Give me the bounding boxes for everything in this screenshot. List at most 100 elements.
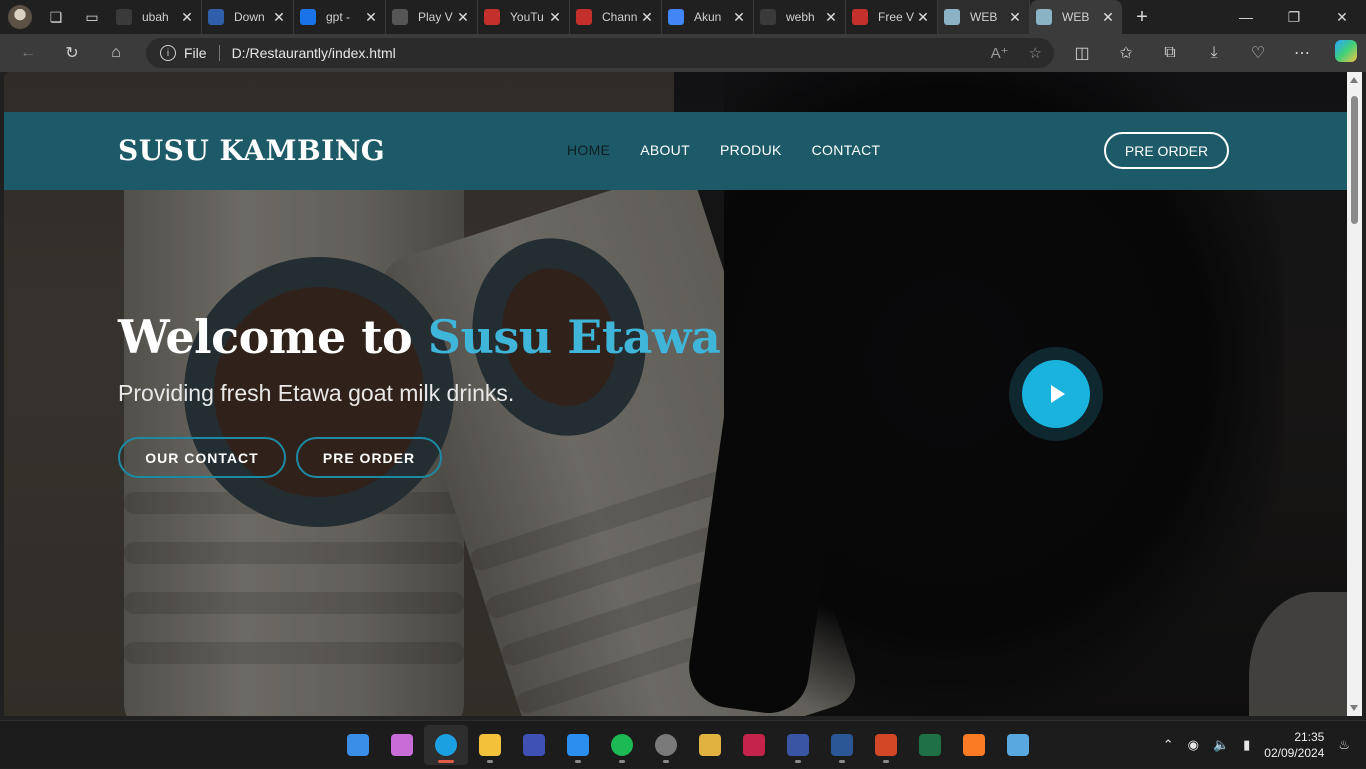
running-indicator [619,760,625,763]
scroll-down-icon[interactable] [1350,705,1358,711]
browser-tab[interactable]: Play V ✕ [386,0,478,34]
taskbar-app[interactable] [336,725,380,765]
profile-avatar[interactable] [8,5,32,29]
home-icon[interactable]: ⌂ [94,34,138,72]
minimize-icon[interactable]: — [1222,0,1270,34]
notification-bell-icon[interactable]: ♨ [1338,737,1350,753]
close-tab-icon[interactable]: ✕ [363,9,379,26]
paint-tool-icon [699,734,721,756]
close-tab-icon[interactable]: ✕ [455,9,471,26]
taskbar-app[interactable] [556,725,600,765]
close-tab-icon[interactable]: ✕ [1007,9,1023,26]
page-scrollbar[interactable] [1347,72,1362,716]
split-screen-icon[interactable]: ◫ [1060,43,1104,63]
workspaces-icon[interactable]: ❏ [38,0,74,34]
our-contact-button[interactable]: OUR CONTACT [118,437,286,478]
taskbar-app[interactable] [996,725,1040,765]
taskbar-app[interactable] [600,725,644,765]
scroll-up-icon[interactable] [1350,77,1358,83]
youtube-icon [576,9,592,25]
taskbar-app[interactable] [732,725,776,765]
running-indicator [575,760,581,763]
browser-essentials-icon[interactable]: ♡ [1236,43,1280,63]
volume-icon[interactable]: 🔈 [1213,737,1229,753]
browser-tab[interactable]: webh ✕ [754,0,846,34]
play-icon[interactable] [1022,360,1090,428]
powerpoint-icon [875,734,897,756]
nav-contact[interactable]: CONTACT [812,142,881,158]
taskbar-app[interactable] [424,725,468,765]
close-window-icon[interactable]: ✕ [1318,0,1366,34]
system-clock[interactable]: 21:35 02/09/2024 [1264,729,1324,761]
read-aloud-icon[interactable]: A⁺ [991,44,1009,62]
restore-icon[interactable]: ❐ [1270,0,1318,34]
scrollbar-thumb[interactable] [1351,96,1358,224]
battery-icon[interactable]: ▮ [1243,737,1250,753]
hero-title: Welcome to Susu Etawa [118,310,721,364]
close-tab-icon[interactable]: ✕ [731,9,747,26]
file-explorer-icon [479,734,501,756]
taskbar-app[interactable] [776,725,820,765]
new-tab-button[interactable]: + [1122,6,1162,29]
browser-tab[interactable]: Akun ✕ [662,0,754,34]
notepad-icon [1007,734,1029,756]
browser-tab[interactable]: WEB ✕ [1030,0,1122,34]
media-player-icon [655,734,677,756]
chevron-up-icon[interactable]: ⌃ [1163,737,1174,753]
wifi-icon[interactable]: ◉ [1188,737,1199,753]
address-url[interactable]: D:/Restaurantly/index.html [232,45,396,61]
taskbar-app[interactable] [864,725,908,765]
address-bar[interactable]: i File D:/Restaurantly/index.html A⁺ ☆ [146,38,1054,68]
close-tab-icon[interactable]: ✕ [179,9,195,26]
tab-title: Play V [418,10,453,24]
taskbar-app[interactable] [380,725,424,765]
globe-icon [1036,9,1052,25]
browser-tab[interactable]: WEB ✕ [938,0,1030,34]
taskbar-app[interactable] [908,725,952,765]
more-menu-icon[interactable]: ⋯ [1280,43,1324,63]
refresh-icon[interactable]: ↻ [50,34,94,72]
tab-title: Free V [878,10,915,24]
browser-tab[interactable]: YouTu ✕ [478,0,570,34]
taskbar-app[interactable] [688,725,732,765]
info-icon[interactable]: i [160,45,176,61]
excel-icon [919,734,941,756]
nav-about[interactable]: ABOUT [640,142,690,158]
vscode-icon [567,734,589,756]
taskbar-app[interactable] [512,725,556,765]
pre-order-button-hero[interactable]: PRE ORDER [296,437,442,478]
browser-tab[interactable]: Down ✕ [202,0,294,34]
window-controls: — ❐ ✕ [1222,0,1366,34]
browser-tab[interactable]: ubah ✕ [110,0,202,34]
close-tab-icon[interactable]: ✕ [639,9,655,26]
back-icon[interactable]: ← [6,34,50,72]
favorites-icon[interactable]: ✩ [1104,43,1148,63]
running-indicator [883,760,889,763]
browser-tab[interactable]: gpt - ✕ [294,0,386,34]
taskbar-app[interactable] [468,725,512,765]
favorite-star-icon[interactable]: ☆ [1029,44,1042,62]
nav-produk[interactable]: PRODUK [720,142,782,158]
close-tab-icon[interactable]: ✕ [271,9,287,26]
browser-tab[interactable]: Chann ✕ [570,0,662,34]
clock-date: 02/09/2024 [1264,746,1325,760]
site-logo[interactable]: SUSU KAMBING [118,134,385,167]
close-tab-icon[interactable]: ✕ [1100,9,1116,26]
close-tab-icon[interactable]: ✕ [915,9,931,26]
pre-order-button-header[interactable]: PRE ORDER [1104,132,1229,169]
video-play-button[interactable] [1009,347,1103,441]
taskbar-app[interactable] [952,725,996,765]
copilot-sidebar-icon[interactable] [1324,39,1366,67]
tab-actions-icon[interactable]: ▭ [74,0,110,34]
taskbar-app[interactable] [644,725,688,765]
browser-tab[interactable]: Free V ✕ [846,0,938,34]
taskbar-app[interactable] [820,725,864,765]
close-tab-icon[interactable]: ✕ [823,9,839,26]
start-icon [347,734,369,756]
nav-home[interactable]: HOME [567,142,610,158]
downloads-icon[interactable]: ⤓ [1192,44,1236,62]
collections-icon[interactable]: ⧉ [1148,44,1192,62]
hero-title-prefix: Welcome to [118,310,428,364]
page-viewport: SUSU KAMBING HOME ABOUT PRODUK CONTACT P… [4,72,1347,716]
close-tab-icon[interactable]: ✕ [547,9,563,26]
